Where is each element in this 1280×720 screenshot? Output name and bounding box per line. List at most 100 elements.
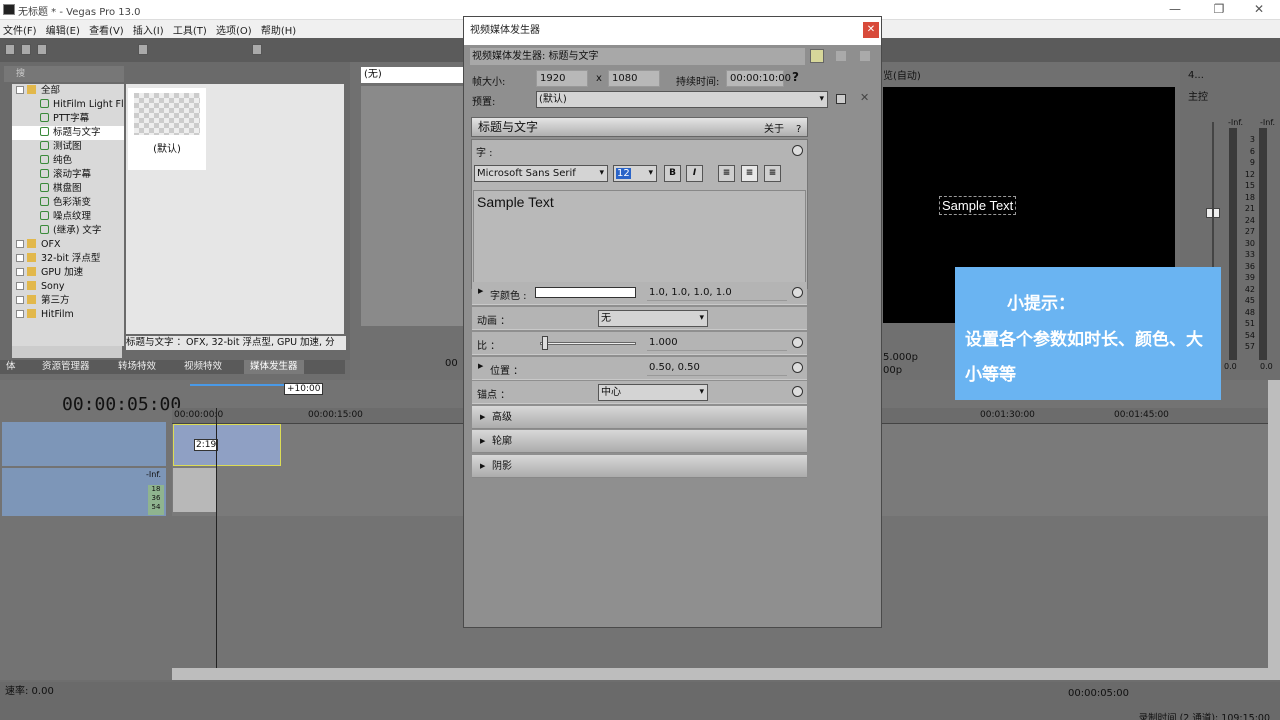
bold-button[interactable]: B [664, 165, 681, 182]
tree-item[interactable]: HitFilm [12, 308, 124, 322]
tab-video-fx[interactable]: 视频特效 [178, 360, 228, 374]
tree-item[interactable]: OFX [12, 238, 124, 252]
frame-height-input[interactable]: 1080 [608, 70, 660, 87]
save-preset-icon[interactable] [836, 94, 846, 104]
video-clip[interactable]: 2:19 [173, 424, 281, 466]
tree-item[interactable]: Sony [12, 280, 124, 294]
tree-item[interactable]: 棋盘图 [12, 182, 124, 196]
dialog-close-button[interactable]: ✕ [863, 22, 879, 38]
tree-item[interactable]: 标题与文字 [12, 126, 124, 140]
outline-section[interactable]: 轮廓 [472, 430, 807, 453]
align-left-button[interactable]: ≡ [718, 165, 735, 182]
text-editor[interactable]: Sample Text [473, 190, 806, 286]
scale-slider-track[interactable] [540, 342, 636, 345]
about-link[interactable]: 关于 [764, 120, 784, 139]
expand-icon[interactable] [16, 240, 24, 248]
folder-icon [27, 295, 36, 304]
advanced-section[interactable]: 高级 [472, 406, 807, 429]
save-icon[interactable] [37, 44, 47, 55]
text-color-swatch[interactable] [535, 287, 636, 298]
timeline-h-scrollbar[interactable] [172, 668, 1268, 680]
shadow-section[interactable]: 阴影 [472, 455, 807, 478]
layout-toggle-icon[interactable] [810, 49, 824, 63]
menu-insert[interactable]: 插入(I) [130, 20, 167, 39]
minimize-button[interactable]: — [1160, 2, 1190, 18]
layout-two-icon[interactable] [836, 51, 846, 61]
menu-file[interactable]: 文件(F) [0, 20, 40, 39]
expand-arrow-icon[interactable]: ▶ [478, 362, 483, 370]
scale-slider-thumb[interactable] [542, 336, 548, 350]
menu-tools[interactable]: 工具(T) [170, 20, 210, 39]
help-icon[interactable]: ? [792, 70, 799, 84]
font-family-dropdown[interactable]: Microsoft Sans Serif [474, 165, 608, 182]
tree-item[interactable]: 纯色 [12, 154, 124, 168]
tree-item[interactable]: (继承) 文字 [12, 224, 124, 238]
align-center-button[interactable]: ≡ [741, 165, 758, 182]
expand-icon[interactable] [16, 268, 24, 276]
anchor-dropdown[interactable]: 中心 [598, 384, 708, 401]
tab-media-generators[interactable]: 媒体发生器 [244, 360, 304, 374]
position-value[interactable]: 0.50, 0.50 [647, 360, 787, 376]
tab-explorer[interactable]: 资源管理器 [36, 360, 96, 374]
audio-track-header[interactable] [2, 468, 166, 516]
duration-label: 持续时间: [676, 77, 720, 88]
expand-icon[interactable] [16, 282, 24, 290]
tool-icon[interactable] [252, 44, 262, 55]
open-icon[interactable] [21, 44, 31, 55]
menu-help[interactable]: 帮助(H) [258, 20, 299, 39]
menu-edit[interactable]: 编辑(E) [43, 20, 83, 39]
menu-view[interactable]: 查看(V) [86, 20, 127, 39]
tree-item[interactable]: 32-bit 浮点型 [12, 252, 124, 266]
expand-arrow-icon[interactable]: ▶ [478, 287, 483, 295]
tree-item[interactable]: GPU 加速 [12, 266, 124, 280]
scale-keyframe-icon[interactable] [792, 337, 803, 348]
tree-item[interactable]: 全部 [12, 84, 124, 98]
position-keyframe-icon[interactable] [792, 362, 803, 373]
expand-icon[interactable] [16, 254, 24, 262]
tree-item[interactable]: 色彩渐变 [12, 196, 124, 210]
menu-options[interactable]: 选项(O) [213, 20, 255, 39]
close-window-button[interactable]: ✕ [1244, 2, 1274, 18]
expand-icon[interactable] [16, 310, 24, 318]
expand-icon[interactable] [16, 86, 24, 94]
playhead[interactable] [216, 408, 217, 668]
audio-clip-placeholder[interactable] [173, 468, 217, 512]
font-keyframe-icon[interactable] [792, 145, 803, 156]
tree-item[interactable]: 测试图 [12, 140, 124, 154]
text-color-value[interactable]: 1.0, 1.0, 1.0, 1.0 [647, 285, 787, 301]
maximize-button[interactable]: ❐ [1204, 2, 1234, 18]
animation-dropdown[interactable]: 无 [598, 310, 708, 327]
trimmer-source[interactable]: (无) [361, 67, 465, 83]
plugin-tree[interactable]: 全部 HitFilm Light Flar PTT字幕标题与文字测试图纯色滚动字幕棋… [12, 84, 124, 346]
font-size-dropdown[interactable]: 12 [613, 165, 657, 182]
anchor-keyframe-icon[interactable] [792, 386, 803, 397]
timeline-v-scrollbar[interactable] [1268, 380, 1280, 680]
tree-item[interactable]: 滚动字幕 [12, 168, 124, 182]
preset-dropdown[interactable]: (默认) [536, 91, 828, 108]
delete-preset-icon[interactable]: ✕ [860, 91, 869, 104]
meter-scale-label: 3 [1249, 135, 1255, 144]
properties-icon[interactable] [138, 44, 148, 55]
video-track-header[interactable] [2, 422, 166, 466]
tab-transitions[interactable]: 转场特效 [112, 360, 162, 374]
expand-icon[interactable] [16, 296, 24, 304]
preview-quality[interactable]: 览(自动) [883, 67, 921, 82]
preset-card-default[interactable]: (默认) [128, 88, 206, 170]
tab-body[interactable]: 体 [0, 360, 22, 374]
tree-item[interactable]: 第三方 [12, 294, 124, 308]
duration-input[interactable]: 00:00:10:00 [726, 70, 791, 87]
tree-item[interactable]: 噪点纹理 [12, 210, 124, 224]
layout-three-icon[interactable] [860, 51, 870, 61]
italic-button[interactable]: I [686, 165, 703, 182]
scale-value[interactable]: 1.000 [647, 335, 787, 351]
align-right-button[interactable]: ≡ [764, 165, 781, 182]
about-help-icon[interactable]: ? [796, 120, 801, 139]
text-color-keyframe-icon[interactable] [792, 287, 803, 298]
tree-item[interactable]: PTT字幕 [12, 112, 124, 126]
new-icon[interactable] [5, 44, 15, 55]
frame-width-input[interactable]: 1920 [536, 70, 588, 87]
loop-region[interactable] [190, 384, 284, 386]
explorer-search-input[interactable]: 搜 [4, 66, 124, 82]
tree-item[interactable]: HitFilm Light Flar [12, 98, 124, 112]
tree-scrollbar[interactable] [12, 346, 122, 358]
